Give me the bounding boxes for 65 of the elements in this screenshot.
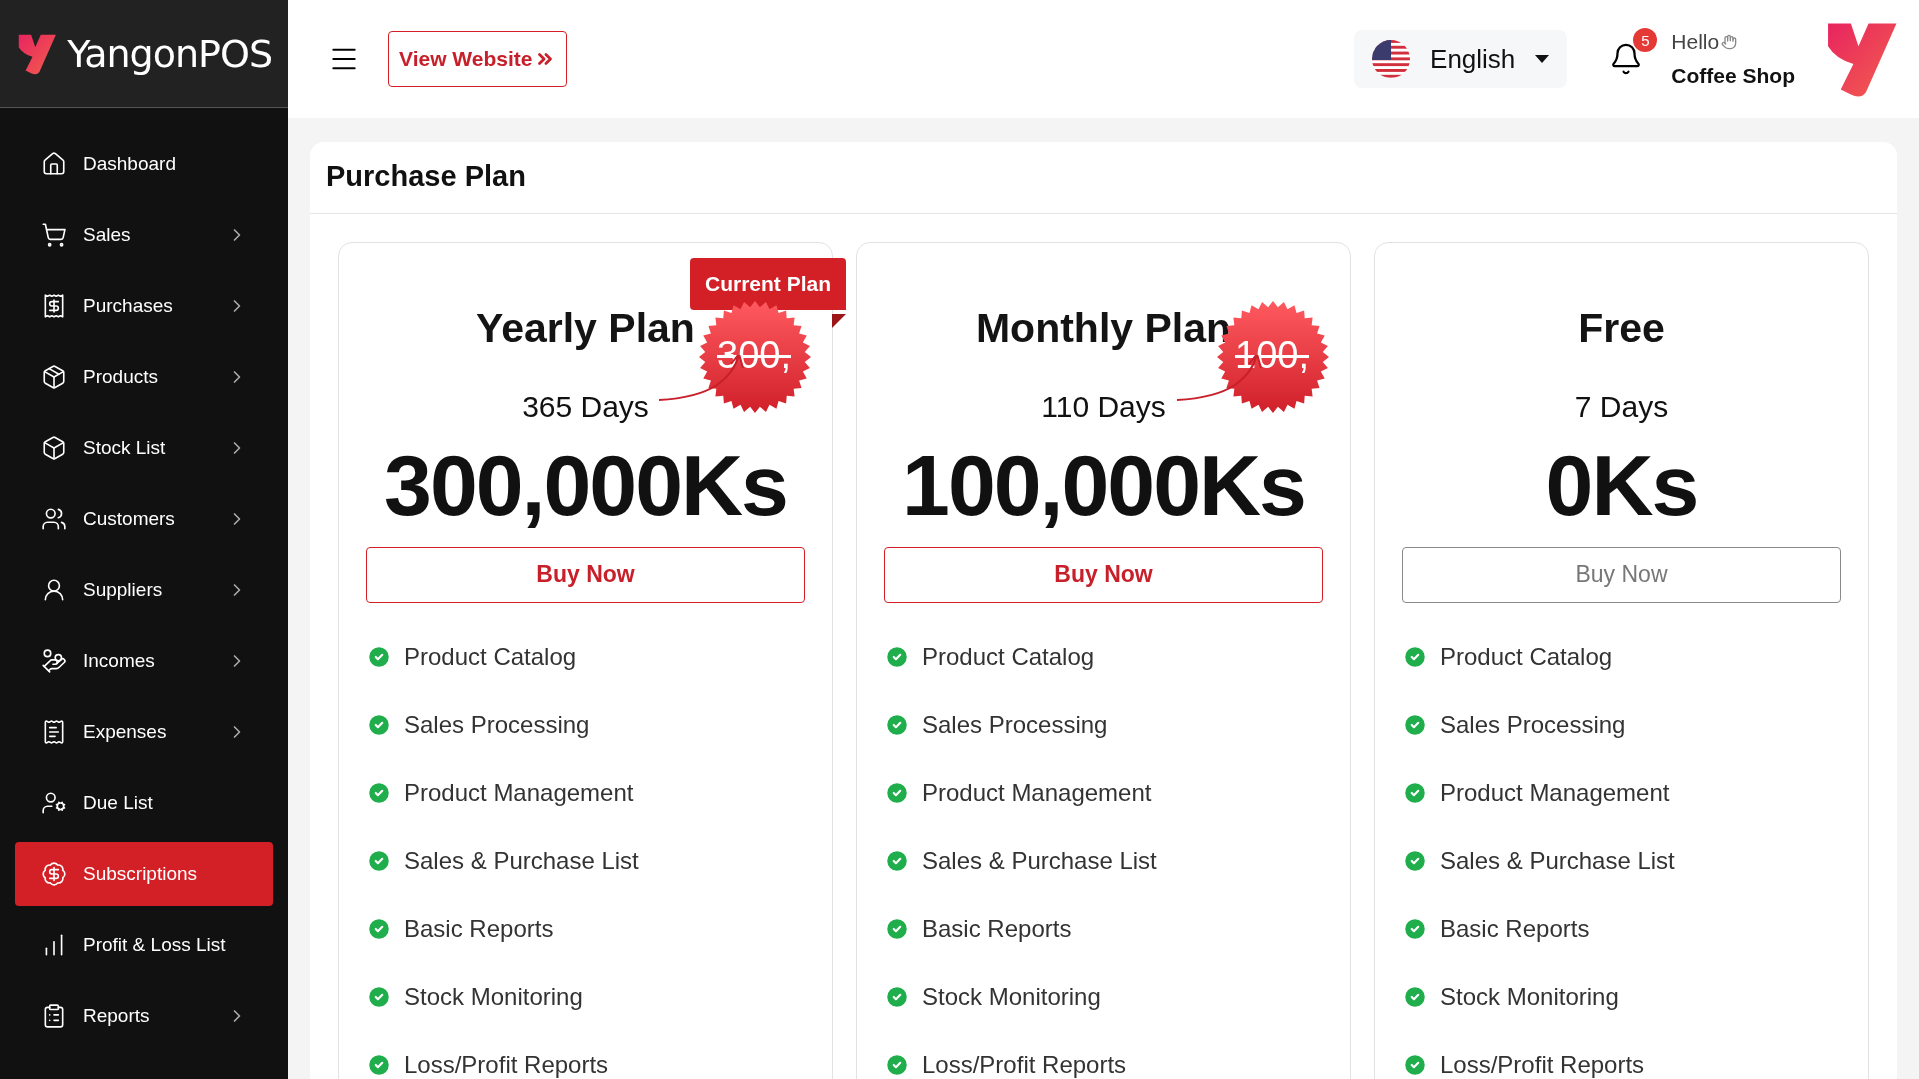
- feature-label: Product Catalog: [1440, 642, 1613, 671]
- user-name: Coffee Shop: [1671, 64, 1795, 88]
- sidebar-item[interactable]: Due List: [15, 771, 273, 835]
- menu-item-icon: [41, 364, 67, 390]
- plan-name: Free: [1578, 305, 1665, 352]
- notification-count: 5: [1633, 28, 1658, 52]
- plan-duration: 110 Days: [1041, 390, 1166, 424]
- plan-name: Monthly Plan: [975, 305, 1232, 352]
- sidebar-item[interactable]: Reports: [15, 984, 273, 1048]
- feature-label: Sales Processing: [1440, 710, 1626, 739]
- sidebar-item[interactable]: Stock List: [15, 416, 273, 480]
- menu-item-icon: [41, 506, 67, 532]
- sidebar-item[interactable]: Profit & Loss List: [15, 913, 273, 977]
- sidebar-item[interactable]: Products: [15, 345, 273, 409]
- sidebar-item[interactable]: Incomes: [15, 629, 273, 693]
- old-price: 100,: [1235, 334, 1309, 377]
- menu-item-icon: [41, 151, 67, 177]
- menu-item-icon: [41, 222, 67, 248]
- language-dropdown[interactable]: English: [1354, 30, 1568, 88]
- sidebar-item[interactable]: Subscriptions: [15, 842, 273, 906]
- sidebar-item[interactable]: Sales: [15, 203, 273, 267]
- feature-label: Sales & Purchase List: [404, 846, 639, 875]
- waving-hand-icon: [1721, 34, 1738, 50]
- menu-item-icon: [41, 435, 67, 461]
- feature-label: Loss/Profit Reports: [404, 1050, 609, 1079]
- page-title: Purchase Plan: [310, 142, 1897, 214]
- plan-duration: 365 Days: [522, 390, 649, 424]
- feature-label: Sales Processing: [404, 710, 590, 739]
- feature-label: Loss/Profit Reports: [922, 1050, 1127, 1079]
- plan-duration: 7 Days: [1574, 390, 1669, 424]
- sidebar-item[interactable]: Customers: [15, 487, 273, 551]
- feature-label: Product Management: [922, 778, 1152, 807]
- feature-label: Sales Processing: [922, 710, 1108, 739]
- feature-label: Loss/Profit Reports: [1440, 1050, 1645, 1079]
- view-website-button[interactable]: View Website: [388, 31, 568, 87]
- plan-price: 300,000Ks: [384, 438, 787, 533]
- sidebar-item[interactable]: Purchases: [15, 274, 273, 338]
- us-flag-icon: [1372, 40, 1411, 78]
- feature-label: Product Management: [404, 778, 634, 807]
- brand-name: YangonPOS: [67, 31, 272, 76]
- feature-label: Product Catalog: [922, 642, 1095, 671]
- sidebar-item[interactable]: Suppliers: [15, 558, 273, 622]
- menu-item-icon: [41, 861, 67, 887]
- sidebar-item[interactable]: Expenses: [15, 700, 273, 764]
- feature-label: Product Management: [1440, 778, 1670, 807]
- menu-item-icon: [41, 790, 67, 816]
- feature-label: Product Catalog: [404, 642, 577, 671]
- ribbon-fold-icon: [832, 314, 846, 328]
- greeting: Hello: [1671, 30, 1795, 54]
- buy-now-button[interactable]: Buy Now: [884, 546, 1323, 603]
- feature-label: Stock Monitoring: [922, 982, 1101, 1011]
- old-price: 300,: [717, 334, 791, 377]
- plan-price: 0Ks: [1545, 438, 1698, 533]
- feature-label: Basic Reports: [922, 914, 1072, 943]
- caret-icon: [1535, 55, 1550, 63]
- sidebar-item[interactable]: Dashboard: [15, 132, 273, 196]
- feature-label: Sales & Purchase List: [922, 846, 1157, 875]
- feature-label: Sales & Purchase List: [1440, 846, 1675, 875]
- feature-label: Stock Monitoring: [1440, 982, 1619, 1011]
- feature-label: Basic Reports: [1440, 914, 1590, 943]
- feature-label: Basic Reports: [404, 914, 554, 943]
- feature-label: Stock Monitoring: [404, 982, 583, 1011]
- buy-now-button[interactable]: Buy Now: [366, 546, 805, 603]
- plan-price: 100,000Ks: [902, 438, 1305, 533]
- menu-item-icon: [41, 648, 67, 674]
